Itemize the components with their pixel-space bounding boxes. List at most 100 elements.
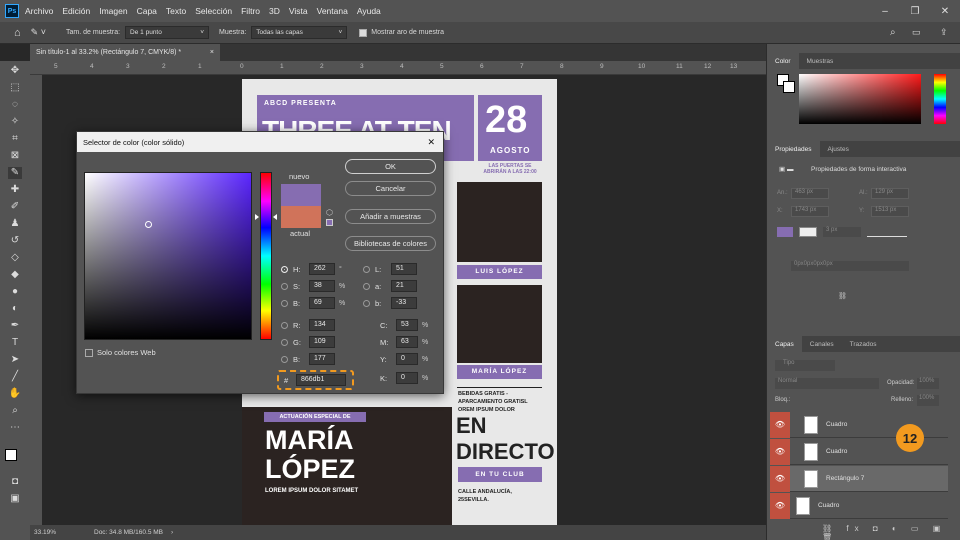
line-tool-icon[interactable]: ╱ (8, 371, 22, 383)
web-color-icon[interactable] (326, 219, 333, 226)
lab-a-field[interactable]: 21 (391, 280, 417, 292)
green-field[interactable]: 109 (309, 336, 335, 348)
menu-capa[interactable]: Capa (137, 6, 157, 16)
eyedropper-tool-icon[interactable]: ✎ (8, 167, 22, 179)
tab-propiedades[interactable]: Propiedades (767, 141, 820, 157)
menu-edicion[interactable]: Edición (62, 6, 90, 16)
cube-icon[interactable]: ⬡ (326, 208, 333, 217)
visibility-eye-icon[interactable]: 👁 (770, 438, 790, 465)
frame-tool-icon[interactable]: ⊠ (8, 150, 22, 162)
hue-radio[interactable] (281, 265, 288, 273)
width-field[interactable]: 463 px (791, 188, 829, 199)
menu-ventana[interactable]: Ventana (317, 6, 348, 16)
close-window-icon[interactable]: ✕ (930, 6, 960, 17)
magenta-field[interactable]: 63 (396, 336, 418, 348)
corner-radius-field[interactable]: 0px0px0px0px (791, 261, 909, 271)
home-icon[interactable]: ⌂ (14, 27, 21, 39)
zoom-level[interactable]: 33.19% (34, 529, 94, 536)
menu-vista[interactable]: Vista (289, 6, 308, 16)
lasso-tool-icon[interactable]: ◌ (8, 99, 22, 111)
search-icon[interactable]: ⌕ (890, 27, 896, 38)
visibility-eye-icon[interactable]: 👁 (770, 492, 790, 519)
hex-field[interactable]: 866db1 (296, 374, 346, 386)
more-tools-icon[interactable]: ⋯ (8, 422, 22, 434)
hue-slider-right-arrow[interactable] (273, 214, 277, 220)
show-ring-checkbox[interactable] (359, 28, 368, 37)
stroke-swatch[interactable] (799, 227, 817, 237)
pen-tool-icon[interactable]: ✒ (8, 320, 22, 332)
tab-trazados[interactable]: Trazados (842, 336, 885, 352)
tab-muestras[interactable]: Muestras (799, 53, 842, 69)
blue-radio[interactable] (281, 355, 288, 363)
lab-b-field[interactable]: -33 (391, 297, 417, 309)
stroke-size-field[interactable]: 3 px (823, 227, 861, 237)
sample-layers-select[interactable]: Todas las capas ˅ (251, 26, 348, 39)
stamp-tool-icon[interactable]: ♟ (8, 218, 22, 230)
hue-slider-left-arrow[interactable] (255, 214, 259, 220)
hand-tool-icon[interactable]: ✋ (8, 388, 22, 400)
menu-archivo[interactable]: Archivo (25, 6, 53, 16)
type-tool-icon[interactable]: T (8, 337, 22, 349)
dodge-tool-icon[interactable]: ◐ (8, 303, 22, 315)
saturation-radio[interactable] (281, 282, 288, 290)
lab-l-radio[interactable] (363, 265, 370, 273)
yellow-field[interactable]: 0 (396, 353, 418, 365)
eyedropper-preset-icon[interactable]: ✎ ˅ (31, 27, 46, 38)
tab-ajustes[interactable]: Ajustes (820, 141, 857, 157)
healing-tool-icon[interactable]: ✚ (8, 184, 22, 196)
path-select-icon[interactable]: ➤ (8, 354, 22, 366)
blend-mode-select[interactable]: Normal (775, 378, 879, 389)
link-icon[interactable]: ⛓ (838, 292, 847, 300)
height-field[interactable]: 129 px (871, 188, 909, 199)
layer-actions-icons[interactable]: ⛓ fx ◘ ◐ ▭ ▣ 🗑 (822, 524, 960, 540)
hue-slider[interactable] (260, 172, 272, 340)
layer-row-selected[interactable]: 👁 Rectángulo 7 (770, 465, 948, 492)
workspace-icon[interactable]: ▭ (912, 27, 921, 38)
hue-field[interactable]: 262 (309, 263, 335, 275)
blue-field[interactable]: 177 (309, 353, 335, 365)
fill-swatch[interactable] (777, 227, 793, 237)
close-tab-icon[interactable]: × (210, 49, 214, 56)
lab-l-field[interactable]: 51 (391, 263, 417, 275)
sample-size-select[interactable]: De 1 punto ˅ (125, 26, 210, 39)
layer-filter-select[interactable]: Tipo (775, 360, 835, 371)
eraser-tool-icon[interactable]: ◇ (8, 252, 22, 264)
blur-tool-icon[interactable]: ● (8, 286, 22, 298)
menu-seleccion[interactable]: Selección (195, 6, 232, 16)
panel-color-field[interactable] (799, 74, 921, 124)
color-cursor[interactable] (145, 221, 152, 228)
lab-b-radio[interactable] (363, 299, 370, 307)
stroke-type-select[interactable] (867, 227, 907, 237)
menu-ayuda[interactable]: Ayuda (357, 6, 381, 16)
marquee-tool-icon[interactable]: ⬚ (8, 82, 22, 94)
visibility-eye-icon[interactable]: 👁 (770, 411, 790, 438)
color-libraries-button[interactable]: Bibliotecas de colores (345, 236, 436, 251)
chevron-right-icon[interactable]: › (171, 529, 173, 536)
x-field[interactable]: 1743 px (791, 206, 829, 217)
screen-mode-icon[interactable]: ▣ (8, 493, 22, 505)
fill-field[interactable]: 100% (917, 395, 939, 406)
tab-capas[interactable]: Capas (767, 336, 802, 352)
history-brush-icon[interactable]: ↺ (8, 235, 22, 247)
tab-color[interactable]: Color (767, 53, 799, 69)
brush-tool-icon[interactable]: ✐ (8, 201, 22, 213)
foreground-color-swatch[interactable] (5, 449, 17, 461)
document-tab[interactable]: Sin título-1 al 33.2% (Rectángulo 7, CMY… (30, 44, 220, 61)
lab-a-radio[interactable] (363, 282, 370, 290)
quick-select-tool-icon[interactable]: ✧ (8, 116, 22, 128)
saturation-brightness-field[interactable] (84, 172, 252, 340)
saturation-field[interactable]: 38 (309, 280, 335, 292)
close-icon[interactable]: ✕ (427, 137, 435, 148)
zoom-tool-icon[interactable]: ⌕ (8, 405, 22, 417)
web-colors-checkbox[interactable] (85, 348, 93, 357)
menu-3d[interactable]: 3D (269, 6, 280, 16)
panel-background-swatch[interactable] (783, 81, 795, 93)
crop-tool-icon[interactable]: ⌗ (8, 133, 22, 145)
tab-canales[interactable]: Canales (802, 336, 842, 352)
maximize-icon[interactable]: ❐ (900, 6, 930, 17)
visibility-eye-icon[interactable]: 👁 (770, 465, 790, 492)
red-radio[interactable] (281, 321, 288, 329)
brightness-field[interactable]: 69 (309, 297, 335, 309)
move-tool-icon[interactable]: ✥ (8, 65, 22, 77)
add-to-swatches-button[interactable]: Añadir a muestras (345, 209, 436, 224)
